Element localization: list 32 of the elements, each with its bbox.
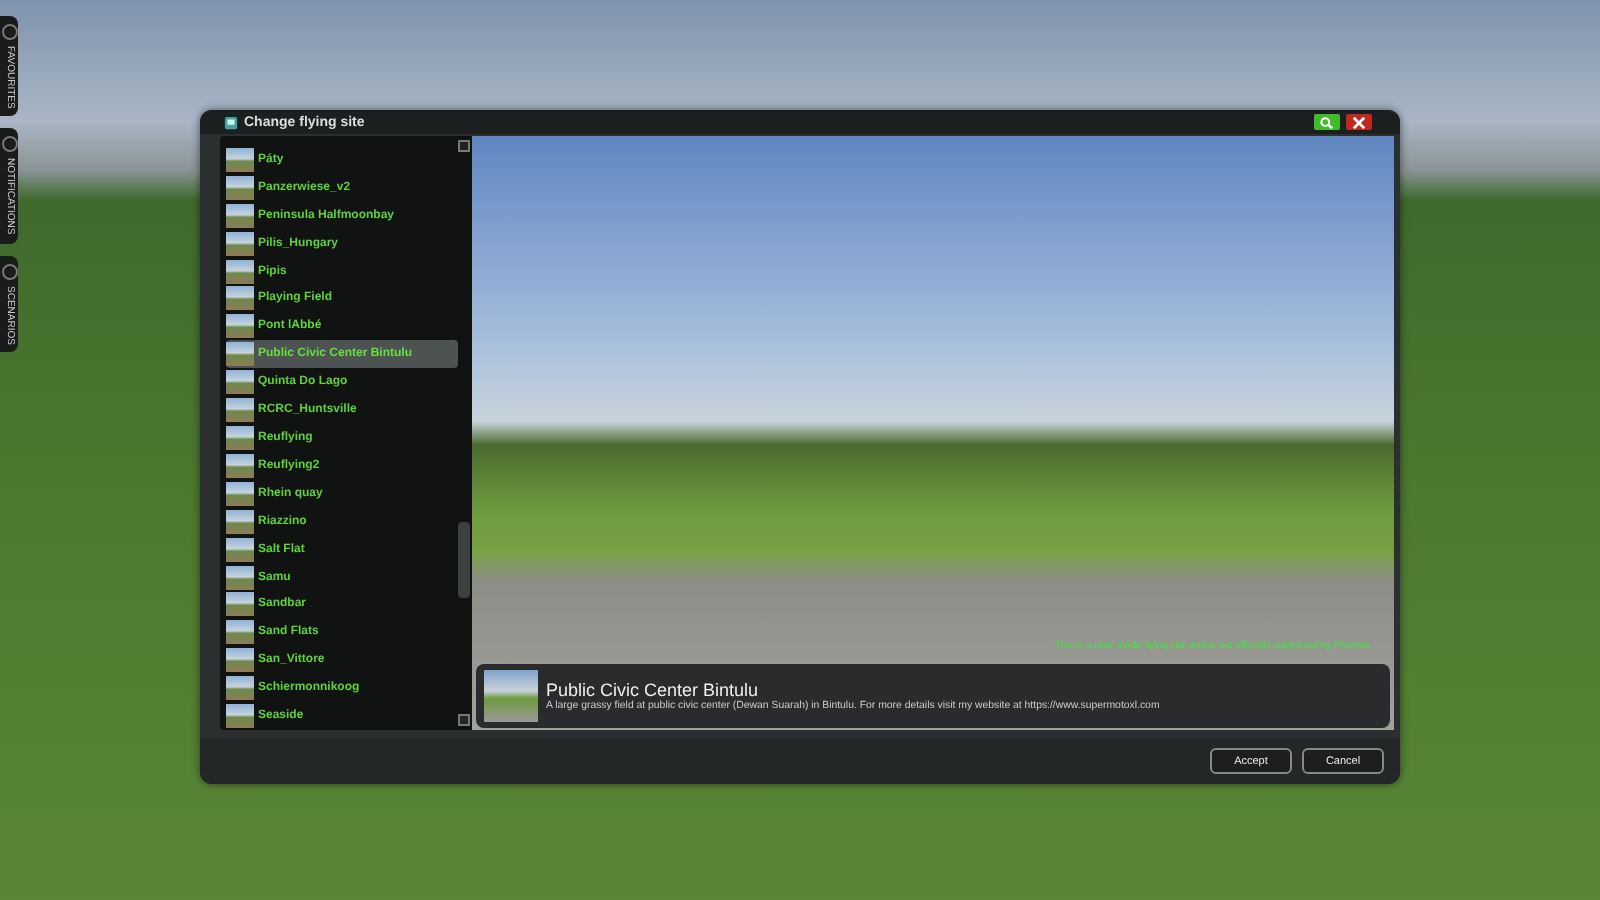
thumbnail-placeholder — [226, 203, 254, 228]
thumbnail-placeholder — [226, 648, 254, 673]
search-icon — [1318, 115, 1336, 129]
thumbnail-placeholder — [226, 592, 254, 617]
thumbnail-placeholder — [226, 147, 254, 172]
thumbnail-placeholder — [226, 453, 254, 478]
thumbnail-placeholder — [226, 286, 254, 311]
thumbnail-placeholder — [226, 565, 254, 590]
thumbnail-placeholder — [226, 175, 254, 200]
thumbnail-placeholder — [226, 231, 254, 256]
window-icon — [224, 115, 238, 129]
thumbnail-placeholder — [226, 509, 254, 534]
thumbnail-placeholder — [484, 670, 538, 722]
thumbnail-placeholder — [226, 704, 254, 729]
thumbnail-placeholder — [226, 676, 254, 701]
thumbnail-placeholder — [226, 314, 254, 339]
thumbnail-placeholder — [226, 370, 254, 395]
thumbnail-placeholder — [226, 426, 254, 451]
scroll-up-button[interactable] — [458, 140, 470, 152]
thumbnail-placeholder — [226, 537, 254, 562]
thumbnail-placeholder — [226, 259, 254, 284]
thumbnail-placeholder — [226, 620, 254, 645]
thumbnail-placeholder — [226, 398, 254, 423]
close-icon — [1350, 115, 1368, 129]
close-button[interactable] — [1346, 114, 1372, 130]
thumbnail-placeholder — [226, 342, 254, 367]
confirm-button[interactable] — [1314, 114, 1340, 130]
scroll-down-button[interactable] — [458, 714, 470, 726]
scrollbar[interactable] — [458, 136, 472, 730]
thumbnail-placeholder — [226, 481, 254, 506]
scroll-thumb[interactable] — [458, 522, 470, 598]
site-title: Public Civic Center Bintulu — [546, 680, 761, 700]
